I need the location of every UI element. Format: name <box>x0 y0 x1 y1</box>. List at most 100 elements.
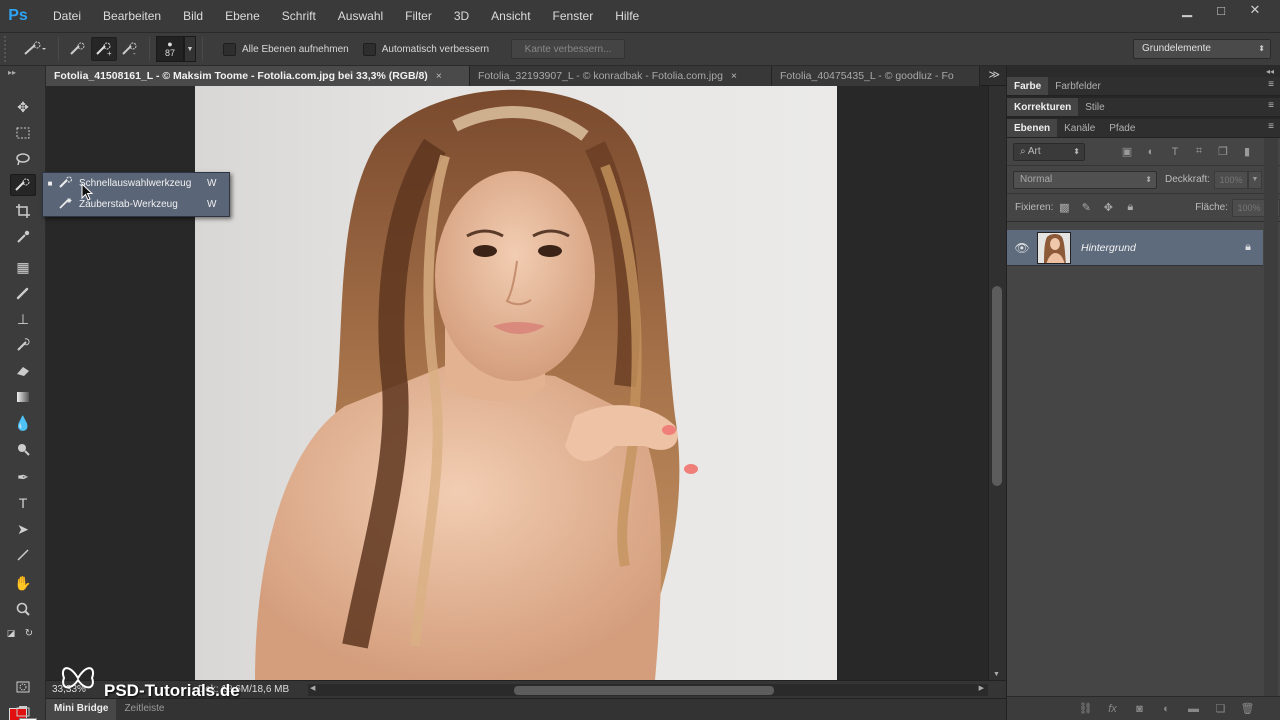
menu-auswahl[interactable]: Auswahl <box>327 0 394 32</box>
tab-stile[interactable]: Stile <box>1078 98 1111 116</box>
menu-filter[interactable]: Filter <box>394 0 443 32</box>
tab-farbe[interactable]: Farbe <box>1007 77 1049 95</box>
filter-toggle-icon[interactable]: ▮ <box>1235 145 1259 158</box>
visibility-eye-icon[interactable]: 👁︎ <box>1007 241 1037 255</box>
add-mask-icon[interactable]: ◙ <box>1126 703 1153 715</box>
document-tab-1[interactable]: Fotolia_41508161_L - © Maksim Toome - Fo… <box>46 66 470 86</box>
menu-ansicht[interactable]: Ansicht <box>480 0 541 32</box>
panel-menu-icon[interactable]: ≡ <box>1268 79 1274 90</box>
tab-ebenen[interactable]: Ebenen <box>1007 119 1058 137</box>
new-selection-icon[interactable] <box>65 37 91 61</box>
dock-collapse-icon[interactable]: ◂◂ <box>1007 66 1280 77</box>
tab-mini-bridge[interactable]: Mini Bridge <box>46 699 117 720</box>
layers-scrollbar[interactable] <box>1264 138 1278 718</box>
move-tool-icon[interactable]: ✥ <box>10 96 36 118</box>
menu-bild[interactable]: Bild <box>172 0 214 32</box>
blur-tool-icon[interactable]: 💧 <box>10 412 36 434</box>
delete-layer-icon[interactable]: 🗑︎ <box>1234 702 1261 715</box>
toolbar-collapse-icon[interactable]: ▸▸ <box>0 66 45 80</box>
horizontal-scroll-thumb[interactable] <box>514 686 774 695</box>
document-tab-3[interactable]: Fotolia_40475435_L - © goodluz - Fo <box>772 66 980 86</box>
healing-brush-tool-icon[interactable]: ▦ <box>10 256 36 278</box>
scroll-right-icon[interactable]: ▶ <box>979 684 984 692</box>
vertical-scrollbar[interactable]: ▼ <box>988 86 1006 680</box>
eraser-tool-icon[interactable] <box>10 360 36 382</box>
workspace-select[interactable]: Grundelemente ⬍ <box>1133 39 1271 59</box>
maximize-button[interactable]: □ <box>1204 0 1238 20</box>
blend-mode-select[interactable]: Normal ⬍ <box>1013 170 1157 189</box>
eyedropper-tool-icon[interactable] <box>10 226 36 248</box>
swap-colors-icon[interactable]: ↻ <box>22 622 36 644</box>
opacity-arrow-icon[interactable]: ▼ <box>1248 170 1263 189</box>
layer-row-hintergrund[interactable]: 👁︎ Hintergrund 🔒︎ <box>1007 230 1263 266</box>
menu-datei[interactable]: Datei <box>42 0 92 32</box>
screen-mode-icon[interactable] <box>10 700 36 720</box>
history-brush-tool-icon[interactable] <box>10 334 36 356</box>
minimize-button[interactable]: ▁ <box>1170 0 1204 20</box>
close-tab-icon[interactable]: × <box>436 70 442 82</box>
quick-mask-icon[interactable] <box>10 676 36 698</box>
link-layers-icon[interactable]: ⛓ <box>1072 702 1099 715</box>
filter-shape-icon[interactable]: ⌗ <box>1187 145 1211 158</box>
new-group-icon[interactable]: ▬ <box>1180 703 1207 715</box>
document-photo[interactable] <box>195 86 837 680</box>
lock-pixels-icon[interactable]: ✎ <box>1075 201 1097 214</box>
tab-pfade[interactable]: Pfade <box>1102 119 1142 137</box>
close-button[interactable]: ✕ <box>1238 0 1272 20</box>
brush-dropdown-arrow-icon[interactable]: ▼ <box>184 36 196 62</box>
filter-adjustment-icon[interactable]: ◐ <box>1139 146 1163 158</box>
path-selection-tool-icon[interactable]: ➤ <box>10 518 36 540</box>
layer-style-icon[interactable]: fx <box>1099 703 1126 715</box>
new-layer-icon[interactable]: ❏ <box>1207 702 1234 715</box>
zoom-tool-icon[interactable] <box>10 598 36 620</box>
filter-pixel-icon[interactable]: ▣ <box>1115 145 1139 158</box>
panel-menu-icon[interactable]: ≡ <box>1268 121 1274 132</box>
filter-smartobject-icon[interactable]: ❐ <box>1211 145 1235 158</box>
tool-preset-picker[interactable] <box>16 37 52 61</box>
menu-ebene[interactable]: Ebene <box>214 0 271 32</box>
sample-all-layers-checkbox[interactable] <box>223 42 236 56</box>
panel-menu-icon[interactable]: ≡ <box>1268 100 1274 111</box>
crop-tool-icon[interactable] <box>10 200 36 222</box>
lock-position-icon[interactable]: ✥ <box>1097 201 1119 214</box>
pen-tool-icon[interactable]: ✒ <box>10 466 36 488</box>
lasso-tool-icon[interactable] <box>10 148 36 170</box>
menu-hilfe[interactable]: Hilfe <box>604 0 650 32</box>
fill-input[interactable]: 100% <box>1232 198 1266 217</box>
subtract-from-selection-icon[interactable]: - <box>117 37 143 61</box>
menu-fenster[interactable]: Fenster <box>542 0 605 32</box>
lock-transparency-icon[interactable]: ▩ <box>1053 201 1075 214</box>
layer-filter-select[interactable]: ⌕ Art ⬍ <box>1013 142 1085 161</box>
tabs-overflow-icon[interactable]: ≫ <box>988 68 1000 81</box>
flyout-item-quick-selection[interactable]: ■ Schnellauswahlwerkzeug W <box>43 173 229 194</box>
tab-zeitleiste[interactable]: Zeitleiste <box>116 699 172 720</box>
tab-kanaele[interactable]: Kanäle <box>1057 119 1102 137</box>
clone-stamp-tool-icon[interactable]: ⊥ <box>10 308 36 330</box>
tab-korrekturen[interactable]: Korrekturen <box>1007 98 1079 116</box>
adjustment-layer-icon[interactable]: ◐ <box>1153 703 1180 715</box>
gradient-tool-icon[interactable] <box>10 386 36 408</box>
menu-3d[interactable]: 3D <box>443 0 480 32</box>
flyout-item-magic-wand[interactable]: Zauberstab-Werkzeug W <box>43 194 229 215</box>
type-tool-icon[interactable]: T <box>10 492 36 514</box>
tab-farbfelder[interactable]: Farbfelder <box>1048 77 1108 95</box>
marquee-tool-icon[interactable] <box>10 122 36 144</box>
default-colors-icon[interactable]: ◪ <box>4 622 18 644</box>
line-tool-icon[interactable] <box>10 544 36 566</box>
add-to-selection-icon[interactable]: + <box>91 37 117 61</box>
close-tab-icon[interactable]: × <box>731 70 737 82</box>
opacity-input[interactable]: 100% <box>1214 170 1249 189</box>
vertical-scroll-thumb[interactable] <box>992 286 1002 486</box>
filter-type-icon[interactable]: T <box>1163 146 1187 158</box>
menu-bearbeiten[interactable]: Bearbeiten <box>92 0 172 32</box>
horizontal-scrollbar[interactable]: ◀ ▶ <box>308 684 988 696</box>
scroll-left-icon[interactable]: ◀ <box>310 684 315 692</box>
quick-selection-tool-icon[interactable] <box>10 174 36 196</box>
refine-edge-button[interactable]: Kante verbessern... <box>511 39 626 59</box>
brush-size-picker[interactable]: ● 87 <box>156 36 184 62</box>
options-grip[interactable] <box>4 36 16 62</box>
dodge-tool-icon[interactable] <box>10 438 36 460</box>
scroll-down-icon[interactable]: ▼ <box>993 671 1000 678</box>
document-tab-2[interactable]: Fotolia_32193907_L - © konradbak - Fotol… <box>470 66 772 86</box>
auto-enhance-checkbox[interactable] <box>362 42 376 56</box>
